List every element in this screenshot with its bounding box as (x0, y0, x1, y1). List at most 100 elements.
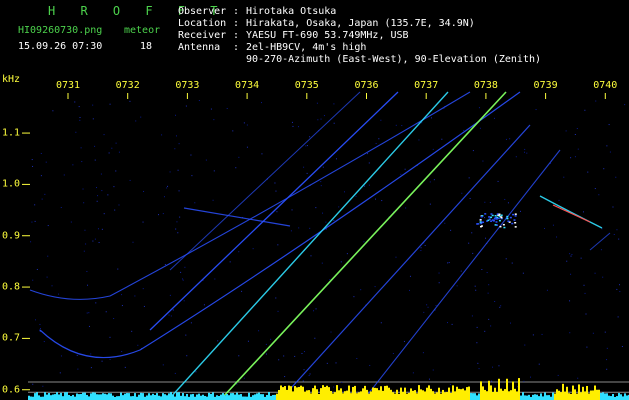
noise-floor-bar (92, 392, 94, 400)
noise-pixel (343, 191, 345, 193)
noise-floor-bar (322, 385, 324, 400)
noise-floor-bar (568, 393, 570, 400)
noise-floor-bar (128, 393, 130, 400)
noise-pixel (303, 351, 305, 353)
noise-floor-bar (442, 389, 444, 400)
x-tick-label: 0734 (235, 80, 260, 91)
noise-pixel (322, 212, 324, 214)
noise-pixel (335, 362, 337, 364)
noise-floor-bar (46, 394, 48, 400)
noise-pixel (475, 289, 477, 291)
noise-pixel (478, 107, 480, 109)
noise-floor-bar (546, 395, 548, 400)
noise-floor-bar (266, 395, 268, 400)
noise-pixel (109, 359, 111, 361)
noise-floor-bar (96, 394, 98, 400)
noise-floor-bar (610, 396, 612, 400)
noise-pixel (297, 126, 299, 128)
x-tick-label: 0731 (55, 80, 81, 91)
noise-pixel (460, 270, 462, 272)
noise-floor-bar (558, 390, 560, 400)
noise-pixel (47, 255, 49, 257)
noise-pixel (83, 202, 85, 204)
noise-floor-bar (600, 393, 602, 400)
noise-floor-bar (588, 393, 590, 400)
noise-floor-bar (408, 392, 410, 400)
noise-floor-bar (102, 393, 104, 400)
noise-pixel (468, 177, 470, 179)
noise-floor-bar (476, 395, 478, 400)
noise-floor-bar (350, 393, 352, 400)
noise-pixel (86, 312, 88, 314)
noise-pixel (306, 172, 308, 174)
noise-pixel (195, 371, 197, 373)
noise-pixel (118, 204, 120, 206)
noise-pixel (101, 228, 103, 230)
noise-pixel (246, 146, 248, 148)
noise-floor-bar (448, 387, 450, 400)
noise-pixel (477, 362, 479, 364)
noise-pixel (217, 340, 219, 342)
noise-pixel (95, 302, 97, 304)
noise-pixel (584, 292, 586, 294)
noise-floor-bar (336, 385, 338, 400)
noise-pixel (88, 312, 90, 314)
noise-floor-bar (430, 388, 432, 400)
noise-floor-bar (248, 392, 250, 400)
noise-floor-bar (566, 386, 568, 400)
noise-pixel (586, 346, 588, 348)
noise-pixel (309, 373, 311, 375)
head-echo-pixel (498, 213, 501, 216)
head-echo-pixel (494, 224, 497, 226)
head-echo-pixel (480, 222, 483, 225)
noise-floor-bar (54, 394, 56, 400)
noise-floor-bar (196, 394, 198, 400)
noise-pixel (438, 272, 440, 274)
noise-pixel (32, 383, 34, 385)
noise-pixel (617, 316, 619, 318)
noise-pixel (487, 292, 489, 294)
noise-floor-bar (174, 396, 176, 400)
head-echo-pixel (513, 219, 516, 221)
noise-pixel (183, 300, 185, 302)
noise-floor-bar (460, 389, 462, 400)
noise-pixel (313, 310, 315, 312)
noise-pixel (92, 240, 94, 242)
noise-floor-bar (330, 390, 332, 400)
noise-pixel (303, 369, 305, 371)
x-tick-label: 0735 (294, 80, 319, 91)
noise-floor-bar (374, 387, 376, 400)
noise-pixel (278, 359, 280, 361)
noise-pixel (412, 372, 414, 374)
noise-pixel (515, 156, 517, 158)
noise-floor-bar (626, 395, 628, 400)
noise-pixel (129, 100, 131, 102)
noise-pixel (375, 198, 377, 200)
noise-pixel (360, 289, 362, 291)
noise-pixel (84, 229, 86, 231)
noise-floor-bar (604, 393, 606, 400)
noise-pixel (482, 160, 484, 162)
noise-floor-bar (414, 390, 416, 400)
noise-floor-bar (570, 393, 572, 400)
noise-floor-bar (446, 392, 448, 400)
noise-floor-bar (30, 396, 32, 400)
noise-floor-bar (326, 385, 328, 400)
head-echo-pixel (482, 221, 485, 224)
noise-floor-bar (620, 394, 622, 400)
noise-pixel (330, 331, 332, 333)
y-tick-label: 0.7 (2, 332, 21, 344)
noise-pixel (574, 134, 576, 136)
noise-floor-bar (130, 396, 132, 400)
noise-floor-bar (342, 393, 344, 400)
noise-pixel (194, 202, 196, 204)
noise-pixel (97, 228, 99, 230)
noise-floor-bar (180, 395, 182, 400)
noise-floor-bar (36, 392, 38, 400)
noise-pixel (90, 367, 92, 369)
noise-floor-bar (152, 393, 154, 400)
noise-pixel (96, 200, 98, 202)
noise-pixel (585, 313, 587, 315)
x-tick-label: 0737 (414, 80, 439, 91)
noise-floor-bar (624, 393, 626, 400)
